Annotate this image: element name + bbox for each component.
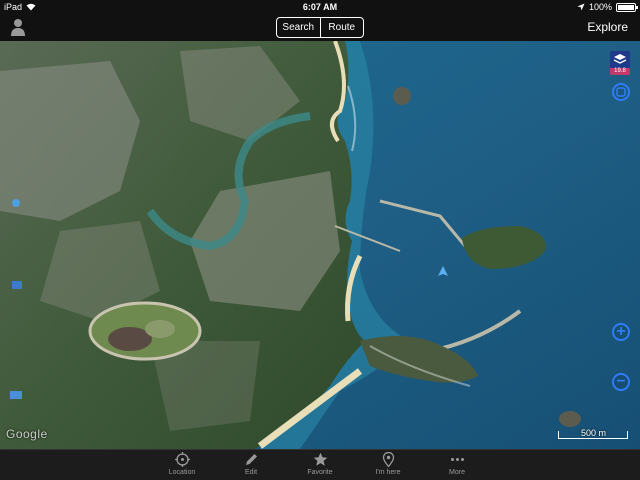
- map-attribution: Google: [6, 427, 48, 441]
- square-target-icon: [616, 87, 626, 97]
- tab-favorite[interactable]: Favorite: [290, 452, 350, 480]
- profile-icon[interactable]: [10, 17, 26, 37]
- tab-im-here[interactable]: I'm here: [358, 452, 418, 480]
- layers-button[interactable]: 19.8: [610, 51, 630, 75]
- map-pin-icon: [382, 452, 394, 467]
- route-button[interactable]: Route: [319, 18, 364, 37]
- battery-icon: [616, 2, 638, 12]
- tab-more[interactable]: More: [427, 452, 487, 480]
- navigation-arrow-icon: [438, 266, 448, 276]
- location-arrow-icon: [577, 3, 585, 11]
- tab-label: Favorite: [307, 469, 333, 476]
- star-icon: [313, 452, 327, 466]
- layer-zoom-badge: 19.8: [610, 68, 630, 75]
- tab-bar: Location Edit Favorite I'm here More: [0, 449, 640, 480]
- tab-label: Location: [168, 469, 196, 476]
- battery-fill: [618, 4, 634, 10]
- minus-icon: −: [616, 373, 626, 390]
- battery-percent: 100%: [588, 2, 612, 12]
- status-bar: iPad 6:07 AM 100%: [0, 0, 640, 14]
- tab-location[interactable]: Location: [152, 452, 212, 480]
- search-route-segmented-control: Search Route: [276, 17, 364, 38]
- location-target-icon: [174, 452, 190, 467]
- more-dots-icon: [450, 458, 464, 461]
- tab-label: Edit: [244, 469, 258, 476]
- tab-label: More: [449, 469, 465, 476]
- plus-icon: +: [616, 323, 626, 340]
- scale-label: 500 m: [580, 428, 606, 438]
- tab-label: I'm here: [375, 469, 401, 476]
- search-button[interactable]: Search: [277, 18, 320, 37]
- recenter-button[interactable]: [612, 83, 630, 101]
- satellite-map-image: [0, 41, 640, 449]
- explore-button[interactable]: Explore: [587, 20, 628, 34]
- pencil-icon: [245, 454, 257, 465]
- status-right: 100%: [577, 2, 638, 12]
- navigation-bar: Search Route Explore: [0, 14, 640, 41]
- zoom-out-button[interactable]: −: [612, 373, 630, 391]
- tab-edit[interactable]: Edit: [221, 452, 281, 480]
- satellite-map[interactable]: 19.8 + − 500 m Google: [0, 41, 640, 449]
- layers-icon: [610, 51, 630, 69]
- status-time: 6:07 AM: [302, 2, 338, 12]
- zoom-in-button[interactable]: +: [612, 323, 630, 341]
